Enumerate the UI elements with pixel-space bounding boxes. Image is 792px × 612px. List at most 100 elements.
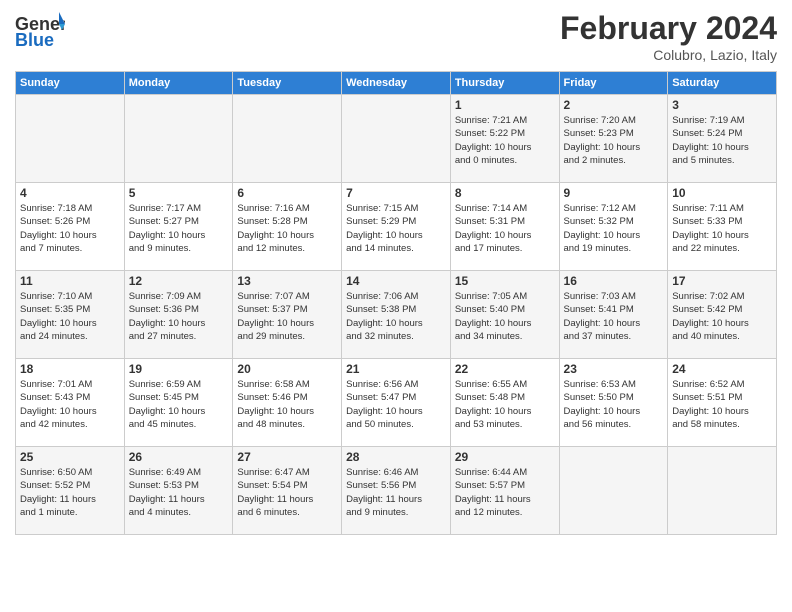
day-info: Sunrise: 7:11 AMSunset: 5:33 PMDaylight:…	[672, 202, 772, 255]
day-number: 27	[237, 450, 337, 464]
day-info: Sunrise: 7:07 AMSunset: 5:37 PMDaylight:…	[237, 290, 337, 343]
day-number: 18	[20, 362, 120, 376]
day-info: Sunrise: 7:20 AMSunset: 5:23 PMDaylight:…	[564, 114, 664, 167]
day-info: Sunrise: 7:09 AMSunset: 5:36 PMDaylight:…	[129, 290, 229, 343]
table-row: 28 Sunrise: 6:46 AMSunset: 5:56 PMDayligh…	[342, 447, 451, 535]
day-info: Sunrise: 7:12 AMSunset: 5:32 PMDaylight:…	[564, 202, 664, 255]
day-info: Sunrise: 6:55 AMSunset: 5:48 PMDaylight:…	[455, 378, 555, 431]
day-info: Sunrise: 6:52 AMSunset: 5:51 PMDaylight:…	[672, 378, 772, 431]
calendar-week-row: 25 Sunrise: 6:50 AMSunset: 5:52 PMDayligh…	[16, 447, 777, 535]
table-row: 12 Sunrise: 7:09 AMSunset: 5:36 PMDayligh…	[124, 271, 233, 359]
day-number: 5	[129, 186, 229, 200]
col-friday: Friday	[559, 72, 668, 95]
logo: General Blue	[15, 10, 67, 50]
day-number: 12	[129, 274, 229, 288]
table-row: 22 Sunrise: 6:55 AMSunset: 5:48 PMDayligh…	[450, 359, 559, 447]
day-number: 4	[20, 186, 120, 200]
day-info: Sunrise: 7:05 AMSunset: 5:40 PMDaylight:…	[455, 290, 555, 343]
day-number: 1	[455, 98, 555, 112]
table-row	[124, 95, 233, 183]
day-info: Sunrise: 7:18 AMSunset: 5:26 PMDaylight:…	[20, 202, 120, 255]
day-info: Sunrise: 6:56 AMSunset: 5:47 PMDaylight:…	[346, 378, 446, 431]
table-row: 21Sunrise: 6:56 AMSunset: 5:47 PMDayligh…	[342, 359, 451, 447]
logo-icon: General Blue	[15, 10, 65, 50]
day-number: 10	[672, 186, 772, 200]
table-row	[233, 95, 342, 183]
table-row: 11Sunrise: 7:10 AMSunset: 5:35 PMDayligh…	[16, 271, 125, 359]
col-thursday: Thursday	[450, 72, 559, 95]
table-row: 18 Sunrise: 7:01 AMSunset: 5:43 PMDayligh…	[16, 359, 125, 447]
day-number: 20	[237, 362, 337, 376]
day-info: Sunrise: 6:46 AMSunset: 5:56 PMDaylight:…	[346, 466, 446, 519]
header: General Blue February 2024 Colubro, Lazi…	[15, 10, 777, 63]
day-number: 14	[346, 274, 446, 288]
day-info: Sunrise: 7:01 AMSunset: 5:43 PMDaylight:…	[20, 378, 120, 431]
title-section: February 2024 Colubro, Lazio, Italy	[560, 10, 777, 63]
calendar-week-row: 4 Sunrise: 7:18 AMSunset: 5:26 PMDaylight…	[16, 183, 777, 271]
day-number: 9	[564, 186, 664, 200]
table-row: 2 Sunrise: 7:20 AMSunset: 5:23 PMDaylight…	[559, 95, 668, 183]
day-number: 15	[455, 274, 555, 288]
table-row	[16, 95, 125, 183]
table-row: 10 Sunrise: 7:11 AMSunset: 5:33 PMDayligh…	[668, 183, 777, 271]
table-row: 24 Sunrise: 6:52 AMSunset: 5:51 PMDayligh…	[668, 359, 777, 447]
table-row: 3Sunrise: 7:19 AMSunset: 5:24 PMDaylight…	[668, 95, 777, 183]
table-row: 8 Sunrise: 7:14 AMSunset: 5:31 PMDaylight…	[450, 183, 559, 271]
day-info: Sunrise: 6:58 AMSunset: 5:46 PMDaylight:…	[237, 378, 337, 431]
day-info: Sunrise: 6:47 AMSunset: 5:54 PMDaylight:…	[237, 466, 337, 519]
main-container: General Blue February 2024 Colubro, Lazi…	[0, 0, 792, 612]
table-row: 26Sunrise: 6:49 AMSunset: 5:53 PMDayligh…	[124, 447, 233, 535]
table-row: 20 Sunrise: 6:58 AMSunset: 5:46 PMDayligh…	[233, 359, 342, 447]
day-info: Sunrise: 7:14 AMSunset: 5:31 PMDaylight:…	[455, 202, 555, 255]
table-row: 1 Sunrise: 7:21 AMSunset: 5:22 PMDaylight…	[450, 95, 559, 183]
table-row: 13Sunrise: 7:07 AMSunset: 5:37 PMDayligh…	[233, 271, 342, 359]
table-row: 16Sunrise: 7:03 AMSunset: 5:41 PMDayligh…	[559, 271, 668, 359]
col-wednesday: Wednesday	[342, 72, 451, 95]
day-info: Sunrise: 7:21 AMSunset: 5:22 PMDaylight:…	[455, 114, 555, 167]
table-row: 19 Sunrise: 6:59 AMSunset: 5:45 PMDayligh…	[124, 359, 233, 447]
table-row: 23 Sunrise: 6:53 AMSunset: 5:50 PMDayligh…	[559, 359, 668, 447]
table-row: 7Sunrise: 7:15 AMSunset: 5:29 PMDaylight…	[342, 183, 451, 271]
table-row: 15 Sunrise: 7:05 AMSunset: 5:40 PMDayligh…	[450, 271, 559, 359]
day-number: 24	[672, 362, 772, 376]
table-row	[342, 95, 451, 183]
col-sunday: Sunday	[16, 72, 125, 95]
table-row: 9 Sunrise: 7:12 AMSunset: 5:32 PMDaylight…	[559, 183, 668, 271]
table-row	[668, 447, 777, 535]
day-number: 3	[672, 98, 772, 112]
calendar-week-row: 18 Sunrise: 7:01 AMSunset: 5:43 PMDayligh…	[16, 359, 777, 447]
day-number: 2	[564, 98, 664, 112]
day-number: 25	[20, 450, 120, 464]
table-row: 17 Sunrise: 7:02 AMSunset: 5:42 PMDayligh…	[668, 271, 777, 359]
table-row: 6Sunrise: 7:16 AMSunset: 5:28 PMDaylight…	[233, 183, 342, 271]
day-number: 29	[455, 450, 555, 464]
month-title: February 2024	[560, 10, 777, 47]
svg-text:Blue: Blue	[15, 30, 54, 50]
day-number: 17	[672, 274, 772, 288]
day-number: 7	[346, 186, 446, 200]
col-tuesday: Tuesday	[233, 72, 342, 95]
table-row	[559, 447, 668, 535]
location: Colubro, Lazio, Italy	[560, 47, 777, 63]
day-info: Sunrise: 7:10 AMSunset: 5:35 PMDaylight:…	[20, 290, 120, 343]
day-info: Sunrise: 6:44 AMSunset: 5:57 PMDaylight:…	[455, 466, 555, 519]
day-number: 23	[564, 362, 664, 376]
table-row: 27 Sunrise: 6:47 AMSunset: 5:54 PMDayligh…	[233, 447, 342, 535]
day-number: 8	[455, 186, 555, 200]
day-number: 28	[346, 450, 446, 464]
calendar-header-row: Sunday Monday Tuesday Wednesday Thursday…	[16, 72, 777, 95]
day-info: Sunrise: 6:59 AMSunset: 5:45 PMDaylight:…	[129, 378, 229, 431]
col-monday: Monday	[124, 72, 233, 95]
day-number: 19	[129, 362, 229, 376]
day-number: 22	[455, 362, 555, 376]
table-row: 29 Sunrise: 6:44 AMSunset: 5:57 PMDayligh…	[450, 447, 559, 535]
day-info: Sunrise: 6:53 AMSunset: 5:50 PMDaylight:…	[564, 378, 664, 431]
table-row: 25 Sunrise: 6:50 AMSunset: 5:52 PMDayligh…	[16, 447, 125, 535]
calendar-week-row: 11Sunrise: 7:10 AMSunset: 5:35 PMDayligh…	[16, 271, 777, 359]
calendar-table: Sunday Monday Tuesday Wednesday Thursday…	[15, 71, 777, 535]
day-info: Sunrise: 6:50 AMSunset: 5:52 PMDaylight:…	[20, 466, 120, 519]
day-info: Sunrise: 7:03 AMSunset: 5:41 PMDaylight:…	[564, 290, 664, 343]
table-row: 5Sunrise: 7:17 AMSunset: 5:27 PMDaylight…	[124, 183, 233, 271]
day-info: Sunrise: 7:02 AMSunset: 5:42 PMDaylight:…	[672, 290, 772, 343]
day-info: Sunrise: 6:49 AMSunset: 5:53 PMDaylight:…	[129, 466, 229, 519]
